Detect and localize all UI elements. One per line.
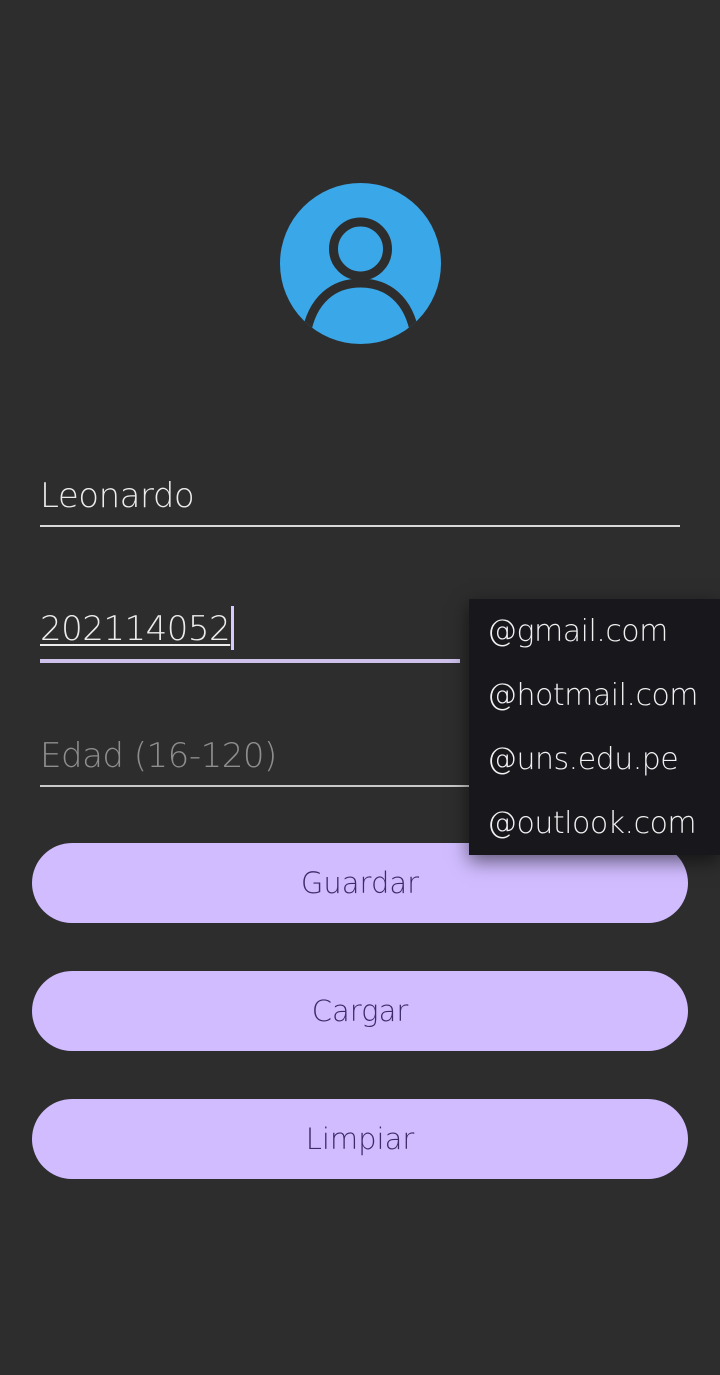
dropdown-item-gmail[interactable]: @gmail.com [469, 599, 720, 663]
age-field-placeholder: Edad (16-120) [40, 736, 277, 776]
save-button-label: Guardar [300, 866, 420, 900]
email-domain-dropdown: @gmail.com @hotmail.com @uns.edu.pe @out… [469, 599, 720, 855]
load-button-label: Cargar [311, 994, 409, 1028]
clear-button-label: Limpiar [305, 1122, 415, 1156]
avatar-icon [280, 183, 441, 344]
name-field[interactable]: Leonardo [40, 476, 680, 527]
student-code-value: 202114052 [40, 609, 231, 649]
student-code-field[interactable]: 202114052 [40, 606, 460, 663]
dropdown-item-uns[interactable]: @uns.edu.pe [469, 727, 720, 791]
load-button[interactable]: Cargar [32, 971, 688, 1051]
dropdown-item-hotmail[interactable]: @hotmail.com [469, 663, 720, 727]
text-cursor [231, 606, 235, 650]
name-field-value: Leonardo [40, 476, 195, 516]
dropdown-item-outlook[interactable]: @outlook.com [469, 791, 720, 855]
clear-button[interactable]: Limpiar [32, 1099, 688, 1179]
